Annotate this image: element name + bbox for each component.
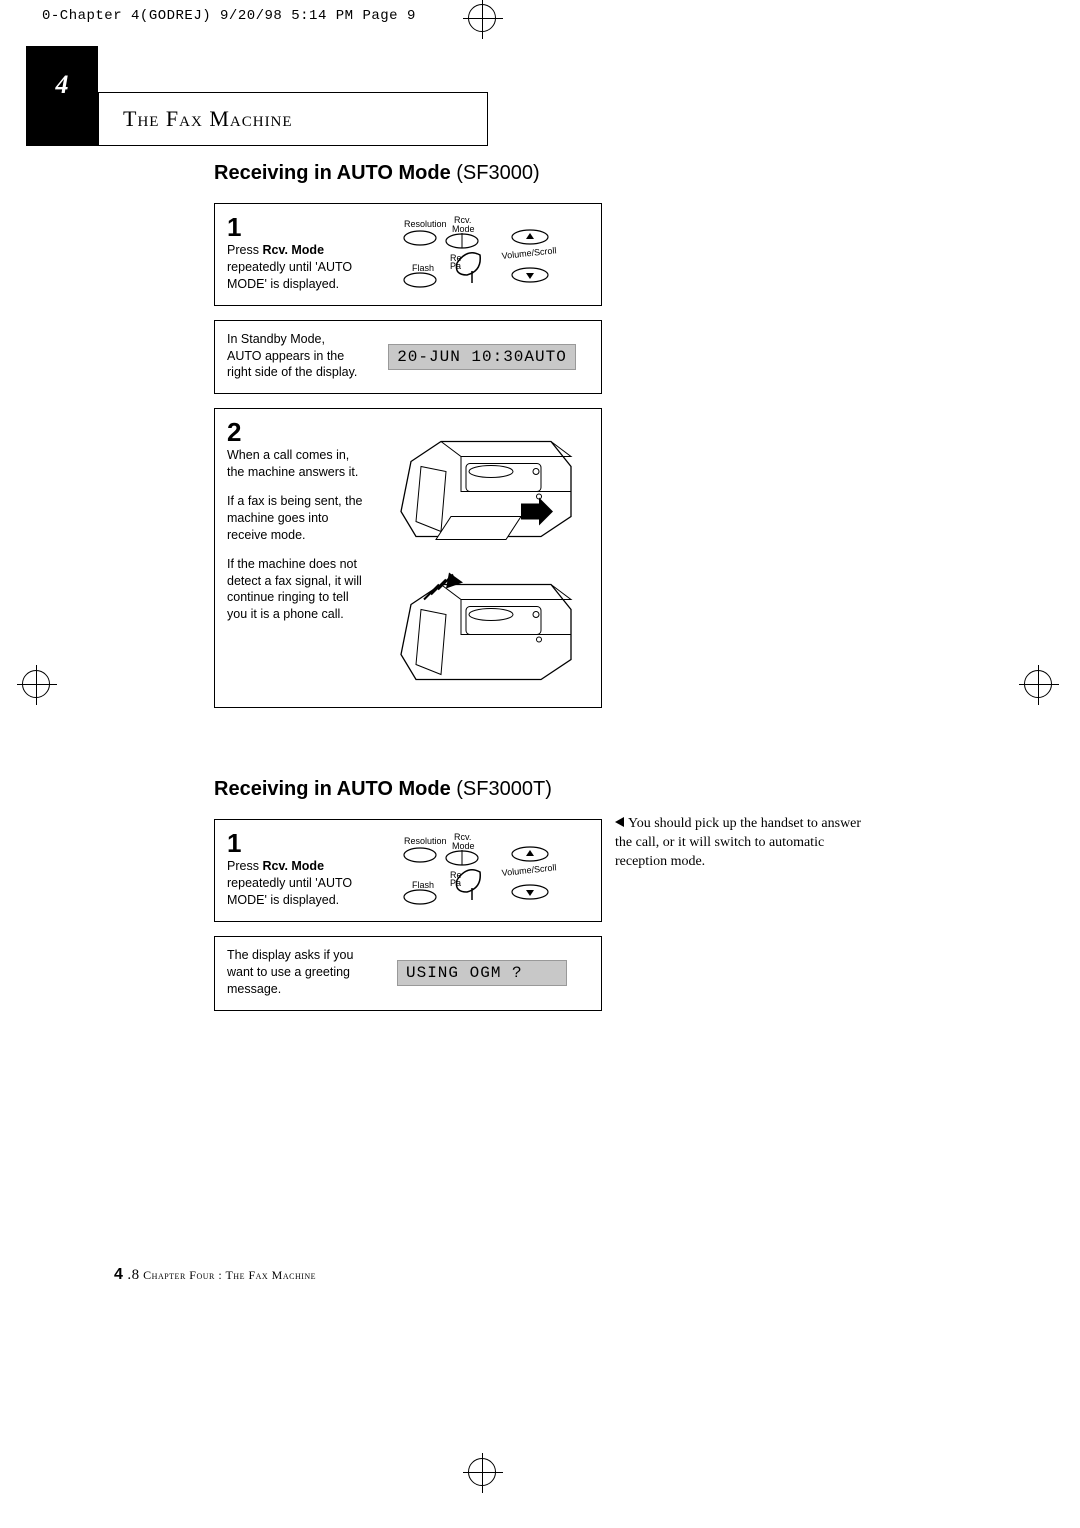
lcd-display-2: USING OGM ? <box>397 960 567 986</box>
section2-title: Receiving in AUTO Mode <box>214 778 451 800</box>
section1-title: Receiving in AUTO Mode <box>214 162 451 184</box>
page-content: 4 The Fax Machine Receiving in AUTO Mode… <box>26 32 932 1312</box>
section2-heading: Receiving in AUTO Mode (SF3000T) <box>214 778 914 801</box>
fax-receiving-icon <box>391 419 586 554</box>
svg-text:Resolution: Resolution <box>404 836 447 846</box>
footer-page-num: 4 <box>114 1266 123 1283</box>
section2-display-box: The display asks if you want to use a gr… <box>214 936 602 1011</box>
step1-suffix: repeatedly until 'AUTO MODE' is displaye… <box>227 260 352 291</box>
standby-text: In Standby Mode, AUTO appears in the rig… <box>215 321 367 394</box>
svg-text:Volume/Scroll: Volume/Scroll <box>501 862 557 878</box>
side-note-text: You should pick up the handset to answer… <box>615 816 861 869</box>
section2-lcd-wrap: USING OGM ? <box>367 937 601 1010</box>
chapter-title: The Fax Machine <box>123 106 293 132</box>
section2-step1-suffix: repeatedly until 'AUTO MODE' is displaye… <box>227 876 352 907</box>
section2-display-text-content: The display asks if you want to use a gr… <box>227 948 353 996</box>
step1-illustration: Resolution Rcv. Mode Flash Re Pa Volume/… <box>367 204 601 305</box>
section2-display-text: The display asks if you want to use a gr… <box>215 937 367 1010</box>
page-footer: 4.8 Chapter Four : The Fax Machine <box>114 1266 316 1284</box>
step2-illustrations <box>375 409 601 707</box>
svg-text:Volume/Scroll: Volume/Scroll <box>501 246 557 262</box>
step1-prefix: Press <box>227 243 262 257</box>
svg-text:Pa: Pa <box>450 878 461 888</box>
fax-ringing-icon <box>391 562 586 697</box>
svg-text:Flash: Flash <box>412 880 434 890</box>
chapter-tab: 4 <box>26 46 98 146</box>
footer-text: Chapter Four : The Fax Machine <box>140 1268 316 1282</box>
step2-p3: If the machine does not detect a fax sig… <box>227 556 367 624</box>
standby-box: In Standby Mode, AUTO appears in the rig… <box>214 320 602 395</box>
section2-step1-bold: Rcv. Mode <box>262 859 324 873</box>
section1-model: (SF3000) <box>456 162 539 184</box>
registration-mark-bottom <box>468 1458 496 1486</box>
svg-text:Pa: Pa <box>450 261 461 271</box>
side-note: You should pick up the handset to answer… <box>615 815 875 872</box>
chapter-header: The Fax Machine <box>98 92 488 146</box>
svg-text:Mode: Mode <box>452 224 475 234</box>
step2-box: 2 When a call comes in, the machine answ… <box>214 408 602 708</box>
section2-step1-text: 1 Press Rcv. Mode repeatedly until 'AUTO… <box>215 820 367 921</box>
step2-p1: When a call comes in, the machine answer… <box>227 447 367 481</box>
section2-step1-prefix: Press <box>227 859 262 873</box>
print-slug: 0-Chapter 4(GODREJ) 9/20/98 5:14 PM Page… <box>42 8 416 24</box>
step2-p2: If a fax is being sent, the machine goes… <box>227 493 367 544</box>
control-panel-icon-2: Resolution Rcv. Mode Flash Re Pa Volume/… <box>382 830 582 912</box>
triangle-left-icon <box>615 817 624 827</box>
svg-text:Flash: Flash <box>412 263 434 273</box>
section2-step1-box: 1 Press Rcv. Mode repeatedly until 'AUTO… <box>214 819 602 922</box>
main-content: Receiving in AUTO Mode (SF3000) 1 Press … <box>214 162 914 1025</box>
step1-bold: Rcv. Mode <box>262 243 324 257</box>
section2-step1-number: 1 <box>227 830 359 856</box>
step2-text: 2 When a call comes in, the machine answ… <box>215 409 375 707</box>
step1-text: 1 Press Rcv. Mode repeatedly until 'AUTO… <box>215 204 367 305</box>
step2-number: 2 <box>227 419 367 445</box>
section1-heading: Receiving in AUTO Mode (SF3000) <box>214 162 914 185</box>
svg-text:Mode: Mode <box>452 841 475 851</box>
section2: Receiving in AUTO Mode (SF3000T) 1 Press… <box>214 778 914 1010</box>
footer-page-sub: .8 <box>127 1267 139 1283</box>
standby-text-content: In Standby Mode, AUTO appears in the rig… <box>227 332 357 380</box>
svg-text:Resolution: Resolution <box>404 219 447 229</box>
lcd-display-1: 20-JUN 10:30AUTO <box>388 344 576 370</box>
standby-lcd-wrap: 20-JUN 10:30AUTO <box>367 321 601 394</box>
step1-number: 1 <box>227 214 359 240</box>
step1-box: 1 Press Rcv. Mode repeatedly until 'AUTO… <box>214 203 602 306</box>
control-panel-icon: Resolution Rcv. Mode Flash Re Pa Volume/… <box>382 213 582 295</box>
section2-model: (SF3000T) <box>456 778 552 800</box>
registration-mark-right <box>1024 670 1052 698</box>
registration-mark-top <box>468 4 496 32</box>
section2-step1-illustration: Resolution Rcv. Mode Flash Re Pa Volume/… <box>367 820 601 921</box>
